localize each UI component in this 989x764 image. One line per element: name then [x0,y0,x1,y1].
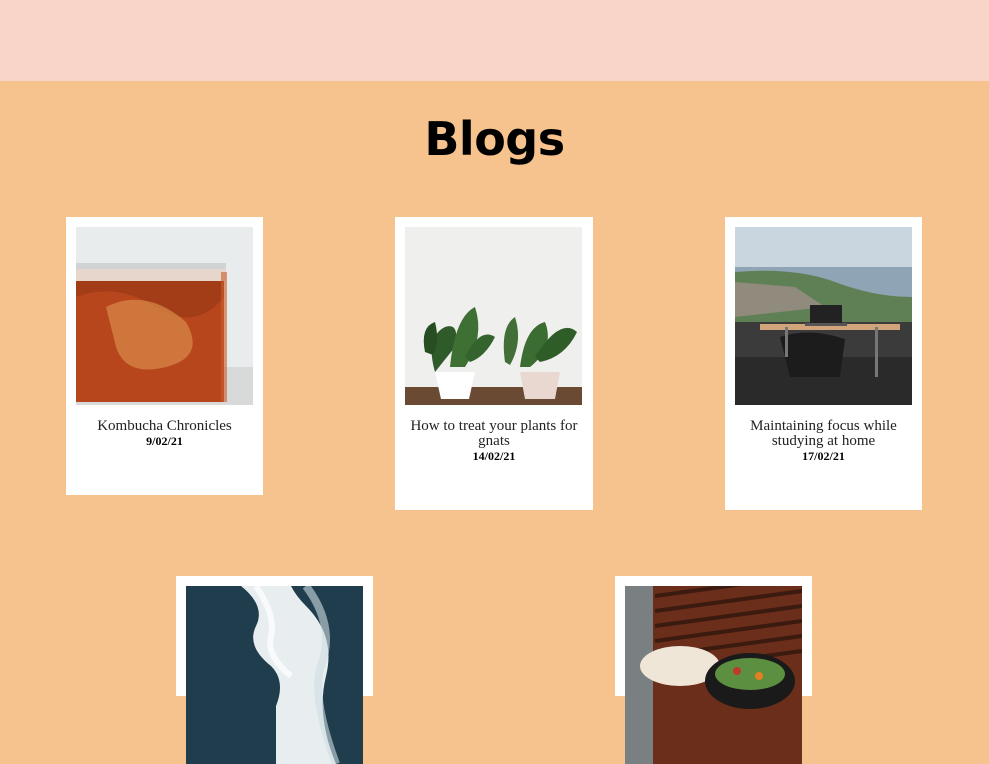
potted-plants-photo [405,227,582,405]
blog-card-date: 9/02/21 [146,434,183,448]
food-table-photo [625,586,802,764]
blog-card-text: How to treat your plants for gnats 14/02… [403,418,585,464]
blog-card[interactable] [176,576,373,764]
blog-card-image[interactable] [76,227,253,405]
blog-card[interactable]: How to treat your plants for gnats 14/02… [395,217,593,510]
kombucha-jar-photo [76,227,253,405]
blog-card-title[interactable]: Maintaining focus while studying at home [750,418,897,449]
blog-card-image[interactable] [735,227,912,405]
blog-card-image[interactable] [186,586,363,764]
ocean-waves-photo [186,586,363,764]
blog-card-date: 17/02/21 [802,449,845,463]
blog-card-title[interactable]: Kombucha Chronicles [97,418,232,434]
blog-card-text: Kombucha Chronicles 9/02/21 [74,418,255,449]
blog-card-date: 14/02/21 [472,449,516,463]
blog-card[interactable]: Kombucha Chronicles 9/02/21 [66,217,263,495]
blog-card-image[interactable] [405,227,582,405]
blog-card-title[interactable]: How to treat your plants for gnats [410,418,577,449]
page-title: Blogs [424,112,565,166]
desk-city-view-photo [735,227,912,405]
blog-card-image[interactable] [625,586,802,764]
blog-card-text: Maintaining focus while studying at home… [733,418,914,464]
blog-card[interactable] [615,576,812,764]
blog-card[interactable]: Maintaining focus while studying at home… [725,217,922,510]
header-bar [0,0,989,81]
